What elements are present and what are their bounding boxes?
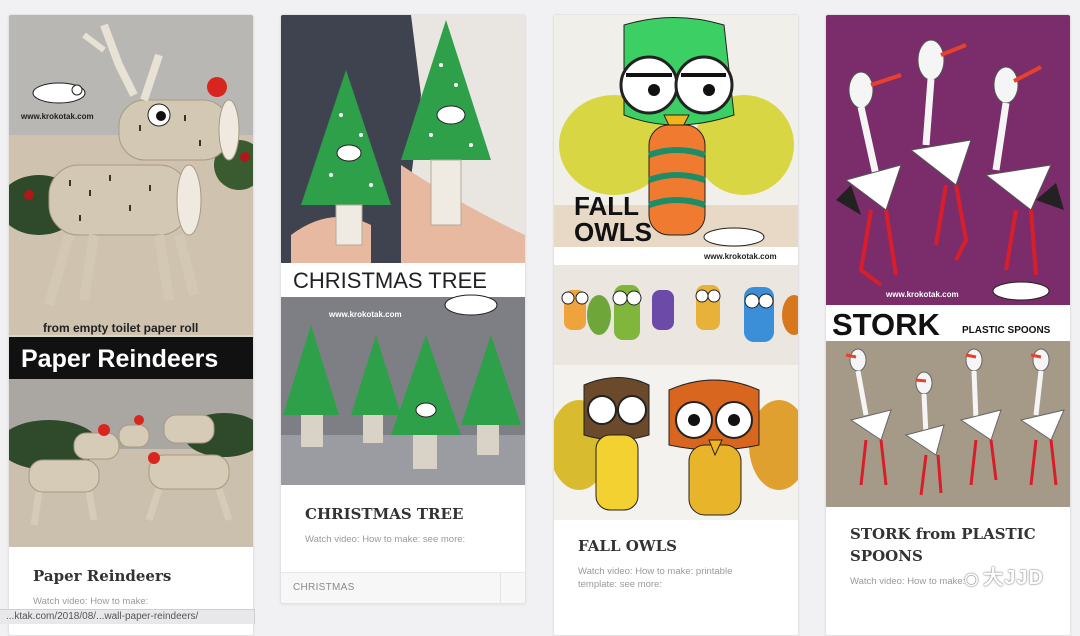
caption-big: CHRISTMAS TREE — [293, 268, 487, 293]
pin-description: Watch video: How to make: — [33, 596, 149, 607]
pin-description-line1: Watch video: How to make: printable — [578, 566, 733, 577]
pin-card-stork[interactable]: www.krokotak.com STORK PLASTIC SPOONS ST… — [825, 14, 1071, 636]
wechat-watermark: ◉ 大JJD — [964, 561, 1044, 590]
watermark-text: 大JJD — [983, 567, 1044, 589]
stork-photo: www.krokotak.com STORK PLASTIC SPOONS — [826, 15, 1070, 507]
pin-image-christmas-tree[interactable]: CHRISTMAS TREE www.krokotak.com — [281, 15, 525, 485]
pin-card-paper-reindeers[interactable]: www.krokotak.com from empty toilet paper… — [8, 14, 254, 636]
pin-image-paper-reindeers[interactable]: www.krokotak.com from empty toilet paper… — [9, 15, 253, 547]
pin-title[interactable]: Paper Reindeers — [33, 565, 171, 588]
pin-image-fall-owls[interactable]: FALL OWLS www.krokotak.com — [554, 15, 798, 520]
pin-description-line2: template: see more: — [578, 579, 662, 590]
category-link[interactable]: CHRISTMAS — [293, 582, 355, 593]
caption-big: Paper Reindeers — [21, 345, 218, 373]
pin-image-stork[interactable]: www.krokotak.com STORK PLASTIC SPOONS — [826, 15, 1070, 507]
site-label: www.krokotak.com — [328, 310, 402, 319]
reindeer-photo: www.krokotak.com from empty toilet paper… — [9, 15, 253, 547]
caption-small: PLASTIC SPOONS — [962, 325, 1051, 336]
browser-status-url: ...ktak.com/2018/08/...wall-paper-reinde… — [0, 609, 255, 624]
krokotak-logo — [32, 82, 86, 104]
footer-action[interactable] — [500, 573, 525, 603]
pin-title[interactable]: FALL OWLS — [578, 535, 677, 558]
caption-big: STORK — [832, 307, 941, 342]
site-label: www.krokotak.com — [20, 112, 94, 121]
site-label: www.krokotak.com — [703, 252, 777, 261]
owl-photo: FALL OWLS www.krokotak.com — [554, 15, 798, 520]
pin-description: Watch video: How to make: — [850, 576, 966, 587]
pin-title-line1[interactable]: STORK from PLASTIC — [850, 523, 1036, 546]
wechat-icon: ◉ — [964, 571, 980, 588]
caption-big-2: OWLS — [574, 217, 652, 247]
pin-title[interactable]: CHRISTMAS TREE — [305, 503, 463, 526]
pin-title-line2[interactable]: SPOONS — [850, 545, 923, 568]
christmas-tree-photo: CHRISTMAS TREE www.krokotak.com — [281, 15, 525, 485]
pin-card-christmas-tree[interactable]: CHRISTMAS TREE www.krokotak.com CHRISTMA… — [280, 14, 526, 604]
pin-description: Watch video: How to make: see more: — [305, 534, 466, 545]
pin-card-fall-owls[interactable]: FALL OWLS www.krokotak.com FALL OWLS Wat… — [553, 14, 799, 636]
caption-small: from empty toilet paper roll — [43, 321, 198, 335]
pin-footer: CHRISTMAS — [281, 572, 525, 603]
site-label: www.krokotak.com — [885, 290, 959, 299]
